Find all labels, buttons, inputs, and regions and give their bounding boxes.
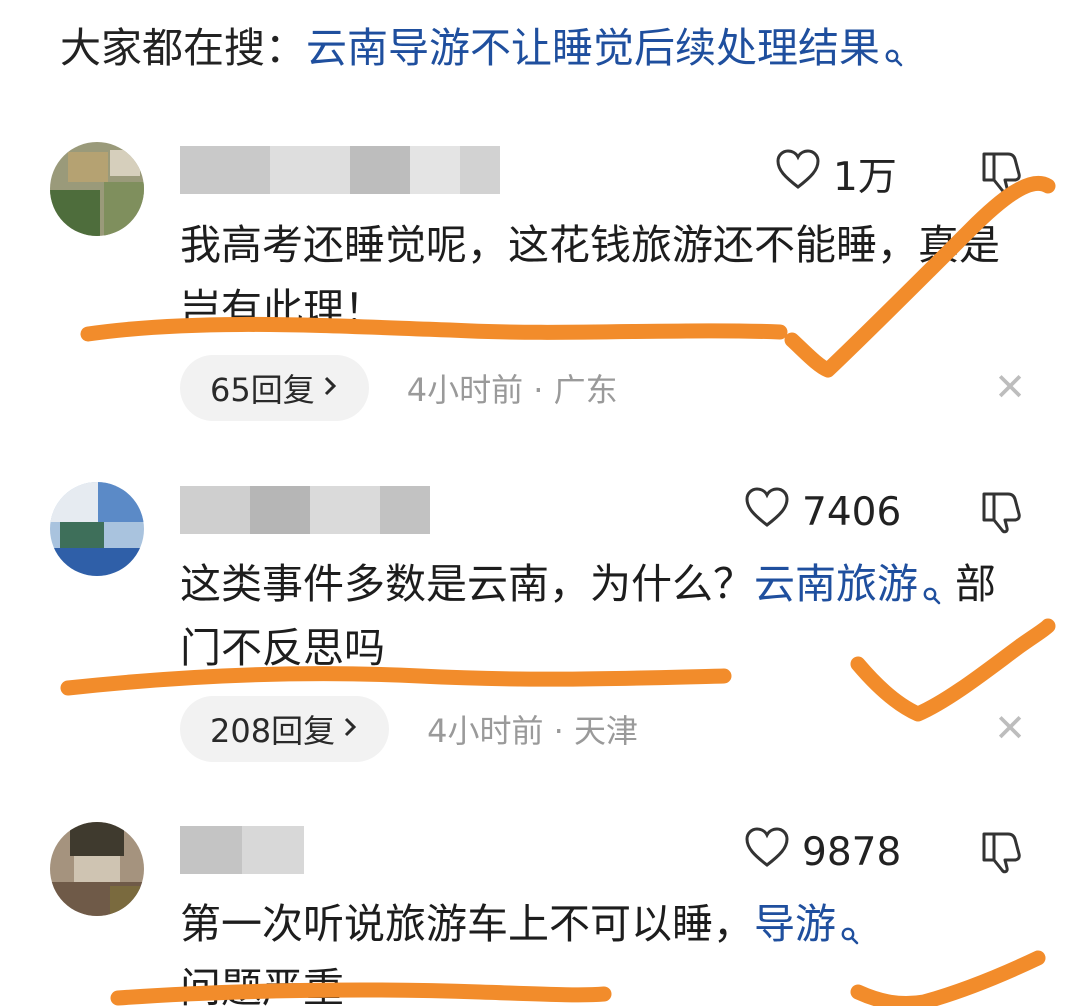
close-icon[interactable]: ✕ [994, 706, 1026, 750]
comment-meta: 65回复 4小时前 · 广东 [180, 355, 618, 421]
search-icon [884, 28, 904, 67]
username-blurred[interactable] [180, 486, 430, 534]
reply-count: 65回复 [210, 371, 315, 409]
comment-topic-link[interactable]: 导游 [754, 900, 836, 948]
like-control[interactable]: 1万 [775, 146, 897, 202]
comment-text: 这类事件多数是云南，为什么？云南旅游 部门不反思吗 [180, 552, 1010, 680]
dislike-icon[interactable] [978, 830, 1024, 878]
heart-icon[interactable] [744, 826, 790, 878]
trending-prefix: 大家都在搜： [60, 24, 306, 72]
heart-icon[interactable] [744, 486, 790, 538]
annotation-overlay [60, 175, 1056, 1006]
dot-separator: · [533, 371, 554, 409]
trending-search[interactable]: 大家都在搜：云南导游不让睡觉后续处理结果 [60, 22, 904, 74]
comment-meta: 208回复 4小时前 · 天津 [180, 696, 638, 762]
reply-count: 208回复 [210, 712, 336, 750]
comment-time: 4小时前 [406, 371, 524, 409]
chevron-right-icon [321, 369, 339, 407]
comment-location: 广东 [553, 371, 618, 409]
time-location: 4小时前 · 天津 [427, 706, 638, 752]
dislike-icon[interactable] [978, 150, 1024, 198]
comment-text-plain: 这类事件多数是云南，为什么？ [180, 560, 754, 608]
like-count: 9878 [802, 829, 902, 875]
like-control[interactable]: 9878 [744, 826, 901, 878]
heart-icon[interactable] [775, 148, 821, 200]
dislike-icon[interactable] [978, 490, 1024, 538]
reply-button[interactable]: 65回复 [180, 355, 369, 421]
avatar[interactable] [50, 482, 144, 576]
comment-page: 大家都在搜：云南导游不让睡觉后续处理结果 1万 我高考还睡觉呢，这花钱旅游还不能… [0, 0, 1080, 1006]
comment-text-plain: 第一次听说旅游车上不可以睡， [180, 900, 754, 948]
comment-location: 天津 [573, 712, 638, 750]
comment-text: 我高考还睡觉呢，这花钱旅游还不能睡，真是岂有此理！ [180, 221, 1000, 333]
time-location: 4小时前 · 广东 [407, 365, 618, 411]
like-count: 1万 [833, 155, 897, 200]
reply-button[interactable]: 208回复 [180, 696, 390, 762]
close-icon[interactable]: ✕ [994, 365, 1026, 409]
comment-time: 4小时前 [427, 712, 544, 750]
search-icon [840, 900, 860, 945]
comment-topic-link[interactable]: 云南旅游 [754, 560, 918, 608]
avatar[interactable] [50, 822, 144, 916]
avatar[interactable] [50, 142, 144, 236]
comment-text-continued: 问题严重 [180, 964, 344, 1006]
like-control[interactable]: 7406 [744, 486, 901, 538]
comment-text: 第一次听说旅游车上不可以睡，导游 问题严重 [180, 892, 1010, 1006]
search-icon [922, 560, 942, 605]
chevron-right-icon [341, 710, 359, 748]
like-count: 7406 [802, 489, 902, 535]
username-blurred[interactable] [180, 826, 304, 874]
trending-query-link[interactable]: 云南导游不让睡觉后续处理结果 [306, 24, 880, 72]
dot-separator: · [553, 712, 574, 750]
username-blurred[interactable] [180, 146, 500, 194]
